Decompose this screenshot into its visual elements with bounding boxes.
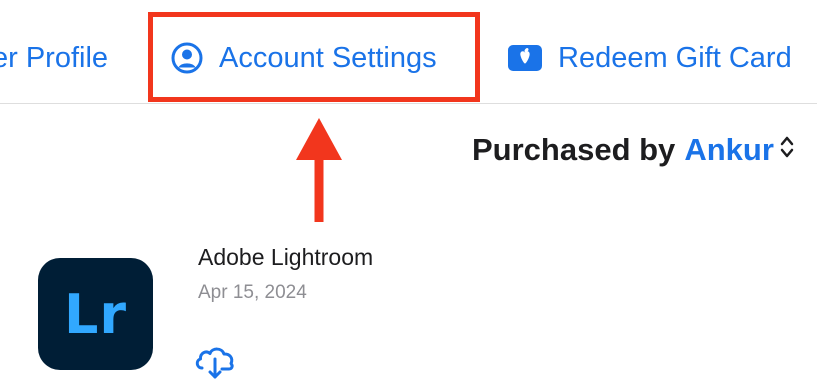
toolbar-item-profile[interactable]: er Profile — [0, 36, 108, 80]
purchaser-selector[interactable]: Ankur — [684, 132, 774, 168]
cloud-download-icon[interactable] — [193, 344, 237, 384]
app-icon-lightroom[interactable]: Lr — [38, 258, 153, 370]
purchased-by-label: Purchased by — [472, 132, 676, 167]
toolbar-item-label: er Profile — [0, 41, 109, 74]
purchase-date: Apr 15, 2024 — [198, 282, 307, 303]
toolbar-item-label: Redeem Gift Card — [558, 41, 792, 74]
app-name: Adobe Lightroom — [198, 244, 374, 270]
purchased-by-header: Purchased by Ankur — [472, 128, 794, 172]
toolbar-item-redeem-gift-card[interactable]: Redeem Gift Card — [508, 36, 792, 80]
annotation-arrow-icon — [294, 118, 344, 227]
annotation-highlight-box — [148, 12, 480, 102]
chevron-up-down-icon[interactable] — [780, 132, 794, 168]
gift-card-icon — [508, 45, 542, 71]
toolbar-divider — [0, 103, 817, 104]
app-icon-text: Lr — [63, 282, 128, 346]
